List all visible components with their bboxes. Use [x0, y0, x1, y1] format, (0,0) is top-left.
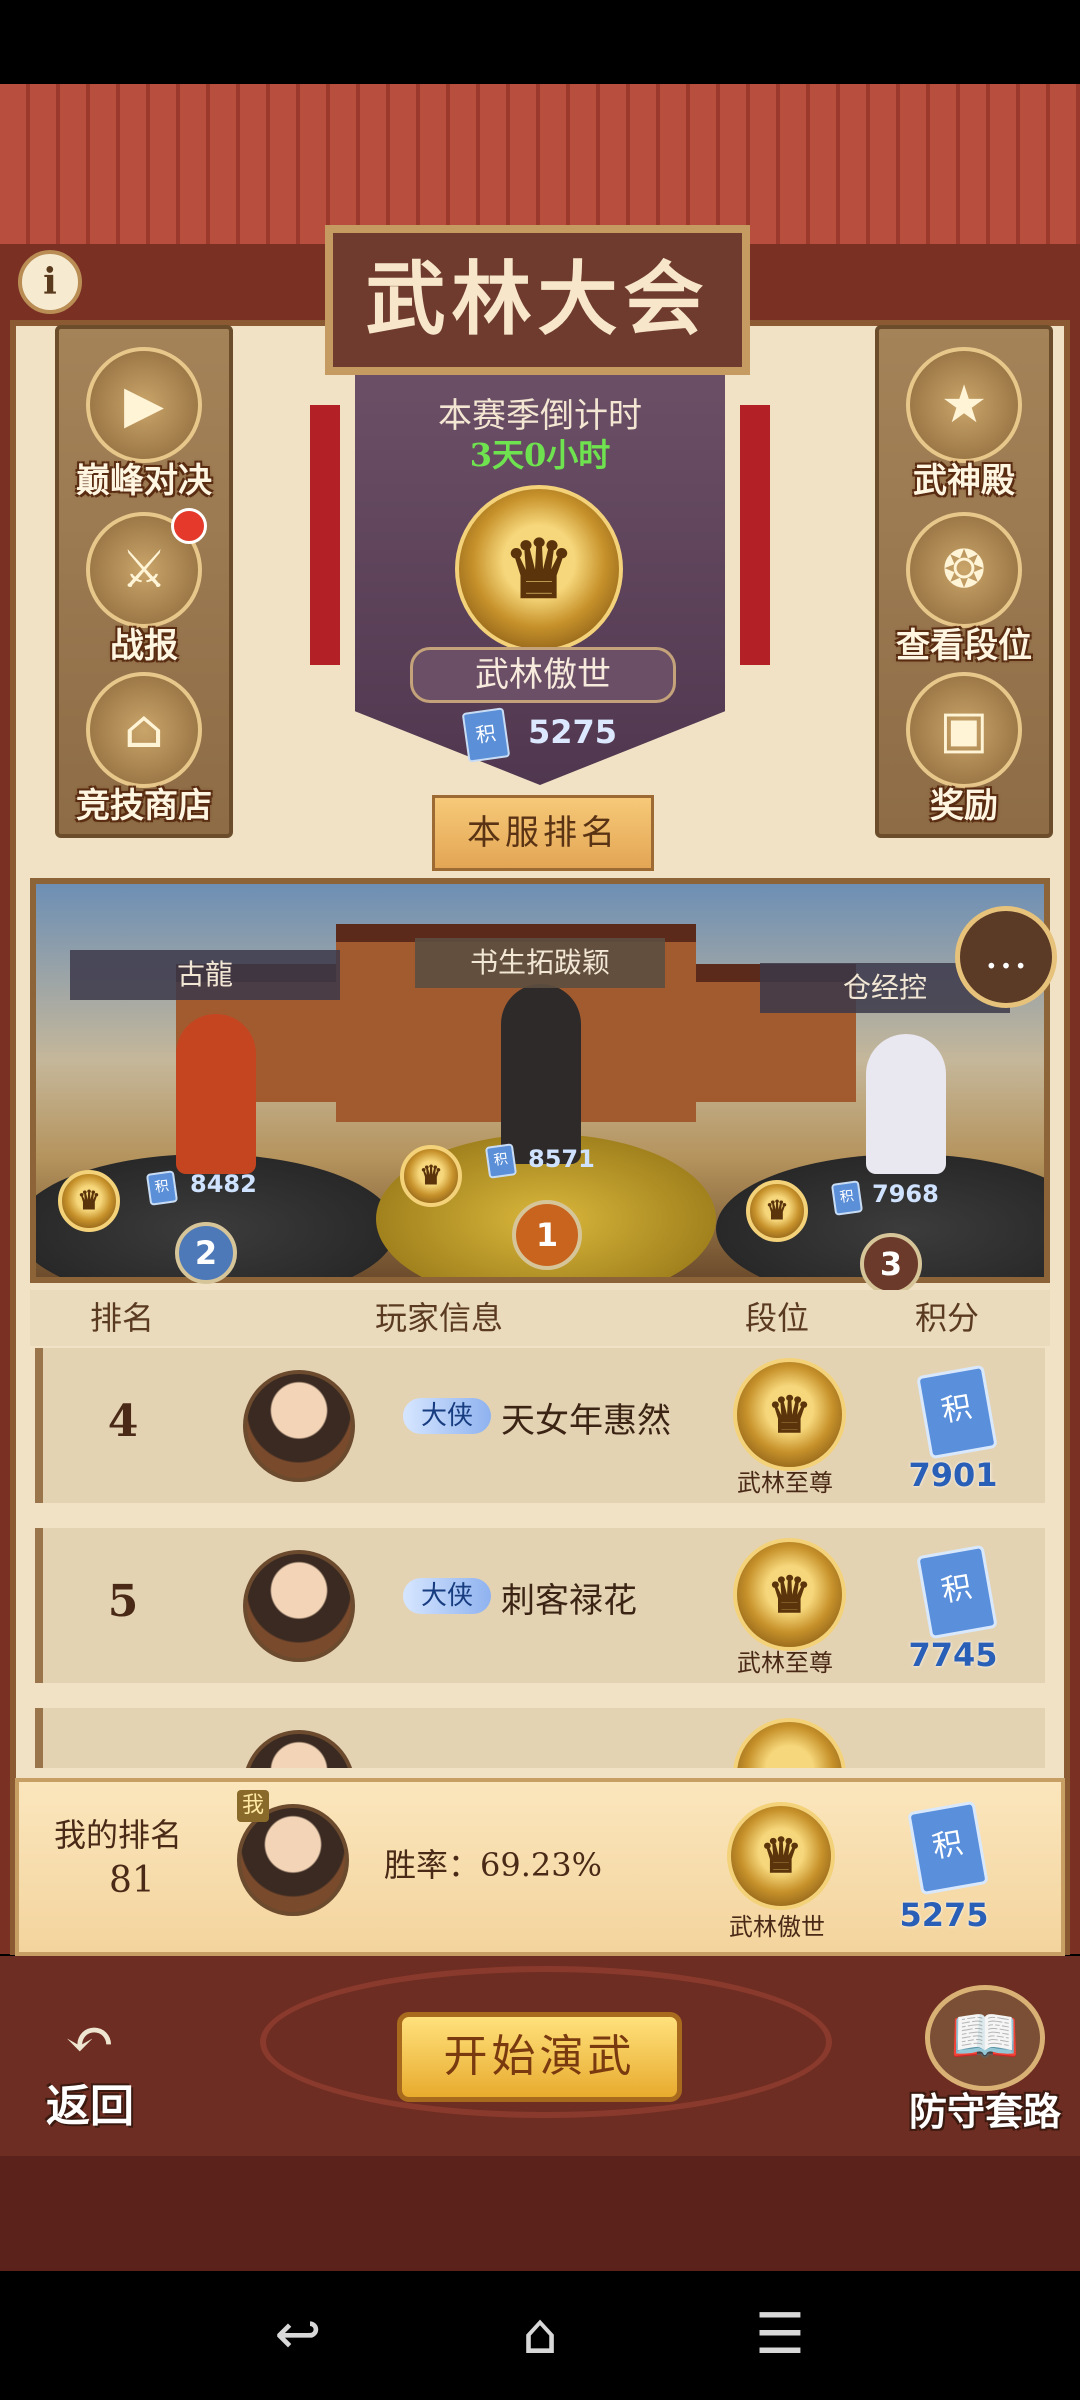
peak-duel-label: 巅峰对决	[76, 461, 212, 501]
my-rank-bar: 我的排名 81 我 胜率：69.23% ♛ 武林傲世 积 5275	[15, 1778, 1065, 1956]
header-player-info: 玩家信息	[375, 1299, 504, 1337]
lower-wall	[0, 2156, 1080, 2271]
tier-name: 武林至尊	[737, 1649, 833, 1677]
header-points: 积分	[915, 1299, 980, 1337]
my-tier-name: 武林傲世	[729, 1913, 825, 1941]
score-token-icon: 积	[461, 707, 511, 763]
third-place-badge: 3	[860, 1233, 922, 1295]
first-place-score: 8571	[528, 1145, 595, 1173]
first-place-name: 书生拓跋颖	[415, 938, 665, 988]
player-points: 7745	[908, 1636, 998, 1674]
battle-report-button[interactable]: ⚔ 战报	[59, 504, 229, 666]
player-title-badge: 大侠	[403, 1398, 491, 1434]
header-tier: 段位	[745, 1299, 810, 1337]
book-icon: 📖	[925, 1985, 1045, 2091]
season-tier-name: 武林傲世	[410, 647, 676, 703]
table-row[interactable]: 5 大侠 刺客禄花 ♛ 武林至尊 积 7745	[35, 1528, 1045, 1683]
third-place-score-icon: 积	[830, 1180, 864, 1216]
dragon-icon: ❂	[906, 512, 1022, 628]
rewards-label: 奖励	[930, 786, 998, 826]
view-tier-button[interactable]: ❂ 查看段位	[879, 504, 1049, 666]
lion-tier-emblem-icon: ♛	[455, 485, 623, 653]
first-place-score-icon: 积	[484, 1143, 518, 1179]
first-place-tier-icon: ♛	[400, 1145, 462, 1207]
second-place-badge: 2	[175, 1222, 237, 1284]
defense-routine-button[interactable]: 📖 防守套路	[895, 1985, 1075, 2134]
player-points: 7901	[908, 1456, 998, 1494]
avatar[interactable]	[243, 1370, 355, 1482]
chat-icon[interactable]: …	[955, 906, 1057, 1008]
tier-emblem-icon: ♛	[733, 1538, 846, 1651]
my-rank-label: 我的排名	[54, 1816, 183, 1854]
tier-emblem-icon: ♛	[733, 1358, 846, 1471]
player-name: 刺客禄花	[501, 1581, 637, 1621]
row-rank: 4	[107, 1396, 139, 1447]
points-icon: 积	[916, 1544, 998, 1640]
battle-report-label: 战报	[110, 626, 178, 666]
peak-duel-button[interactable]: ▶ 巅峰对决	[59, 339, 229, 501]
chest-icon: ▣	[906, 672, 1022, 788]
server-ranking-button[interactable]: 本服排名	[432, 795, 654, 871]
player-title-badge: 大侠	[403, 1578, 491, 1614]
page-title: 武林大会	[325, 225, 750, 375]
third-place-fighter[interactable]	[866, 1034, 946, 1174]
play-icon: ▶	[86, 347, 202, 463]
right-ribbon	[740, 405, 770, 665]
season-score: 5275	[528, 713, 618, 751]
table-row[interactable]: 4 大侠 天女年惠然 ♛ 武林至尊 积 7901	[35, 1348, 1045, 1503]
row-rank: 5	[107, 1576, 139, 1627]
third-place-tier-icon: ♛	[746, 1180, 808, 1242]
me-badge: 我	[237, 1790, 269, 1822]
points-icon: 积	[916, 1364, 998, 1460]
right-menu: ★ 武神殿 ❂ 查看段位 ▣ 奖励	[875, 325, 1053, 838]
arena-shop-button[interactable]: ⌂ 竞技商店	[59, 664, 229, 826]
start-sparring-button[interactable]: 开始演武	[397, 2012, 682, 2102]
second-place-fighter[interactable]	[176, 1014, 256, 1174]
temple-icon: ★	[906, 347, 1022, 463]
status-bar	[0, 0, 1080, 84]
second-place-name: 古龍	[70, 950, 340, 1000]
my-win-rate: 胜率：69.23%	[384, 1846, 603, 1884]
header-rank: 排名	[90, 1299, 155, 1337]
table-row-partial[interactable]	[35, 1708, 1045, 1768]
third-place-score: 7968	[872, 1180, 939, 1208]
second-place-tier-icon: ♛	[58, 1170, 120, 1232]
player-name: 天女年惠然	[501, 1401, 671, 1441]
my-tier-emblem-icon: ♛	[727, 1802, 835, 1910]
arena-shop-label: 竞技商店	[76, 786, 212, 826]
war-god-hall-label: 武神殿	[913, 461, 1015, 501]
notification-dot	[171, 508, 207, 544]
tier-emblem-icon	[733, 1718, 846, 1768]
nav-home-icon[interactable]: ⌂	[500, 2300, 580, 2370]
avatar[interactable]	[243, 1730, 355, 1768]
nav-menu-icon[interactable]: ☰	[740, 2300, 820, 2370]
info-icon[interactable]: i	[18, 250, 82, 314]
defense-routine-label: 防守套路	[908, 2089, 1061, 2134]
back-label: 返回	[46, 2081, 134, 2132]
ranking-table-header: 排名 玩家信息 段位 积分	[30, 1290, 1050, 1346]
war-god-hall-button[interactable]: ★ 武神殿	[879, 339, 1049, 501]
season-countdown: 3天0小时	[469, 436, 611, 474]
second-place-score: 8482	[190, 1170, 257, 1198]
avatar[interactable]	[243, 1550, 355, 1662]
left-menu: ▶ 巅峰对决 ⚔ 战报 ⌂ 竞技商店	[55, 325, 233, 838]
tier-name: 武林至尊	[737, 1469, 833, 1497]
view-tier-label: 查看段位	[896, 626, 1032, 666]
back-button[interactable]: ↶ 返回	[30, 2005, 150, 2132]
game-screen: i ▶ 巅峰对决 ⚔ 战报 ⌂ 竞技商店 ★ 武神殿 ❂ 查看段位 ▣ 奖励 武…	[0, 0, 1080, 2400]
rewards-button[interactable]: ▣ 奖励	[879, 664, 1049, 826]
first-place-badge: 1	[512, 1200, 582, 1270]
my-rank-value: 81	[109, 1860, 155, 1901]
my-points-icon: 积	[907, 1800, 989, 1896]
shop-icon: ⌂	[86, 672, 202, 788]
left-ribbon	[310, 405, 340, 665]
nav-back-icon[interactable]: ↩	[258, 2300, 338, 2370]
second-place-score-icon: 积	[145, 1170, 179, 1206]
first-place-fighter[interactable]	[501, 984, 581, 1164]
back-arrow-icon: ↶	[64, 2005, 116, 2075]
my-points: 5275	[899, 1896, 989, 1934]
